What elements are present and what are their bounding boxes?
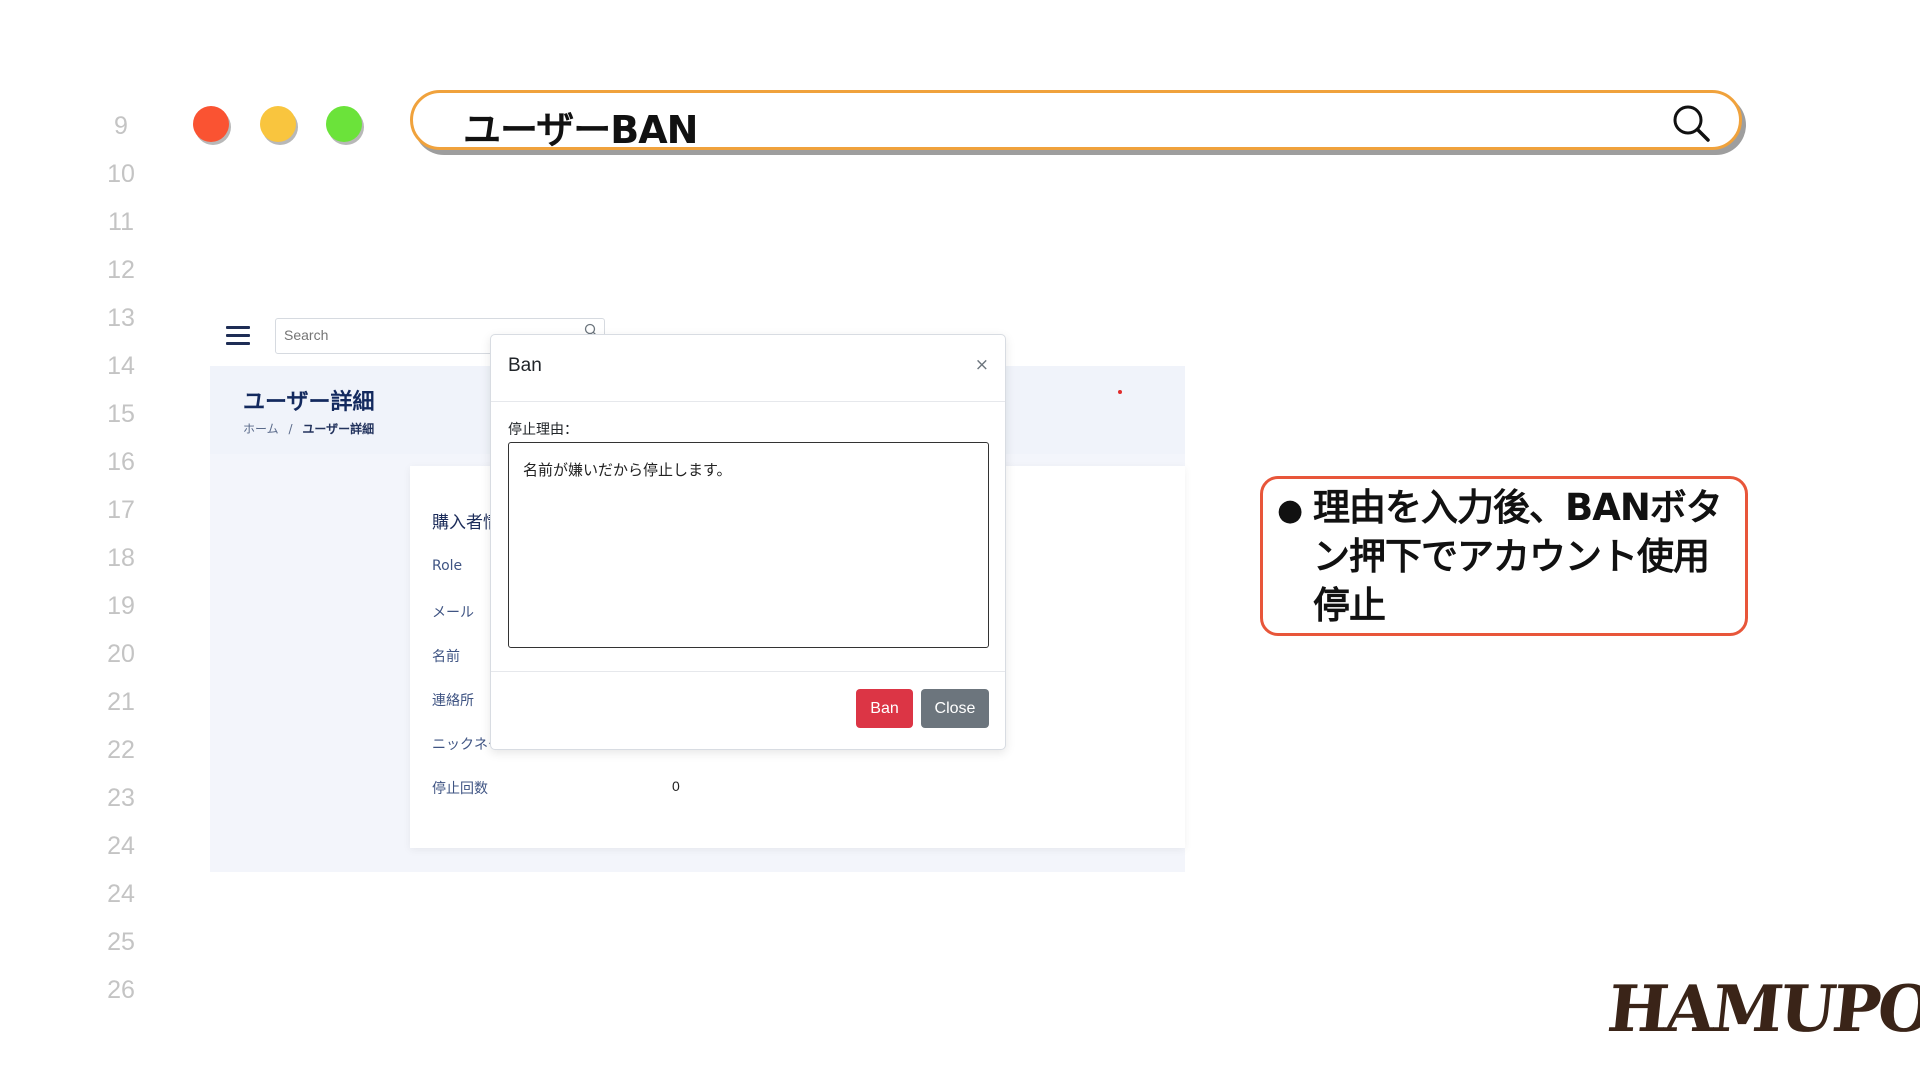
line-number: 9 <box>114 112 128 140</box>
window-maximize-dot[interactable] <box>326 106 362 142</box>
line-number: 12 <box>107 256 135 284</box>
modal-footer: Ban Close <box>491 671 1005 750</box>
line-number: 25 <box>107 928 135 956</box>
line-number: 17 <box>107 496 135 524</box>
title-text: ユーザーBAN <box>463 108 698 152</box>
page-title: ユーザー詳細 <box>243 390 375 415</box>
ban-modal: Ban × 停止理由： 名前が嫌いだから停止します。 Ban Close <box>490 334 1006 750</box>
modal-title: Ban <box>508 355 542 376</box>
title-search-bar[interactable]: ユーザーBAN <box>410 90 1742 152</box>
field-value: 0 <box>672 778 680 794</box>
field-label: メール <box>432 605 474 621</box>
line-number: 13 <box>107 304 135 332</box>
line-number: 10 <box>107 160 135 188</box>
field-label: Role <box>432 558 463 574</box>
modal-header: Ban × <box>491 335 1005 402</box>
breadcrumb-current: ユーザー詳細 <box>302 422 375 436</box>
field-label: 停止回数 <box>432 781 488 797</box>
field-label: 名前 <box>432 649 460 665</box>
close-icon[interactable]: × <box>975 355 989 375</box>
line-number: 23 <box>107 784 135 812</box>
line-number: 18 <box>107 544 135 572</box>
line-number: 14 <box>107 352 135 380</box>
reason-textarea[interactable]: 名前が嫌いだから停止します。 <box>508 442 989 648</box>
window-close-dot[interactable] <box>193 106 229 142</box>
note-text: 理由を入力後、BANボタン押下でアカウント使用停止 <box>1313 486 1723 627</box>
hamupochi-logo: HAMUPOCHI <box>1604 972 1920 1047</box>
menu-icon[interactable] <box>226 326 250 346</box>
field-label: 連絡所 <box>432 693 474 709</box>
explanation-note: ● 理由を入力後、BANボタン押下でアカウント使用停止 <box>1260 476 1748 636</box>
notification-dot <box>1118 390 1122 394</box>
line-number: 11 <box>108 208 134 236</box>
line-number: 15 <box>107 400 135 428</box>
breadcrumb: ホーム / ユーザー詳細 <box>243 420 374 437</box>
breadcrumb-home[interactable]: ホーム <box>243 422 279 436</box>
reason-label: 停止理由： <box>508 422 578 438</box>
line-number: 24 <box>107 880 135 908</box>
line-number: 19 <box>107 592 135 620</box>
bullet-icon: ● <box>1277 493 1304 528</box>
line-number: 20 <box>107 640 135 668</box>
line-number: 16 <box>107 448 135 476</box>
window-minimize-dot[interactable] <box>260 106 296 142</box>
line-number: 24 <box>107 832 135 860</box>
line-number: 21 <box>107 688 135 716</box>
line-number: 26 <box>107 976 135 1004</box>
search-icon[interactable] <box>1671 103 1711 143</box>
ban-button[interactable]: Ban <box>856 689 913 728</box>
breadcrumb-separator: / <box>288 422 293 436</box>
line-number: 22 <box>107 736 135 764</box>
close-button[interactable]: Close <box>921 689 989 728</box>
